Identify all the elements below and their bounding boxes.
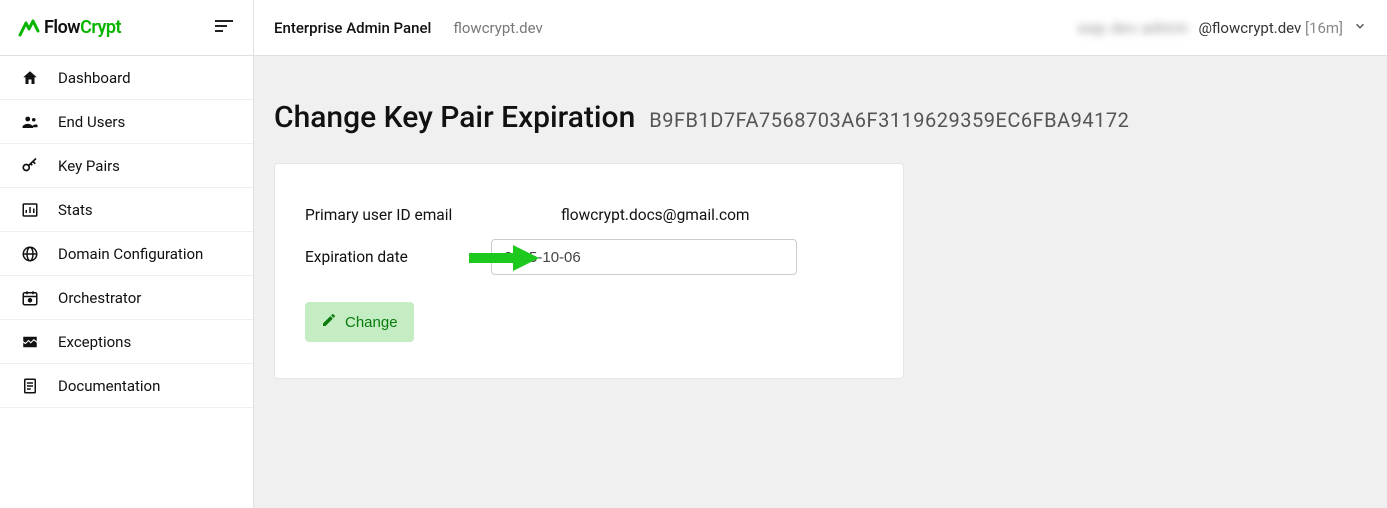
globe-icon bbox=[20, 245, 40, 263]
row-primary-email: Primary user ID email flowcrypt.docs@gma… bbox=[305, 194, 873, 236]
nav: Dashboard End Users Key Pairs Stats Doma… bbox=[0, 56, 253, 408]
document-icon bbox=[20, 377, 40, 395]
app-title: Enterprise Admin Panel bbox=[274, 19, 431, 37]
stats-icon bbox=[20, 201, 40, 219]
sidebar-item-label: Key Pairs bbox=[58, 157, 120, 175]
sidebar-item-label: End Users bbox=[58, 113, 125, 131]
home-icon bbox=[20, 69, 40, 87]
user-menu[interactable]: eap.dev.admin @flowcrypt.dev [16m] bbox=[1078, 19, 1367, 37]
sidebar-item-key-pairs[interactable]: Key Pairs bbox=[0, 144, 253, 188]
calendar-icon bbox=[20, 289, 40, 307]
page-title: Change Key Pair Expiration bbox=[274, 100, 635, 135]
logo-mark-icon bbox=[18, 19, 40, 37]
sidebar-item-label: Dashboard bbox=[58, 69, 131, 87]
chevron-down-icon bbox=[1353, 19, 1367, 37]
sidebar-item-label: Documentation bbox=[58, 377, 160, 395]
sidebar-item-dashboard[interactable]: Dashboard bbox=[0, 56, 253, 100]
sidebar-item-label: Stats bbox=[58, 201, 93, 219]
sidebar-item-end-users[interactable]: End Users bbox=[0, 100, 253, 144]
sort-icon[interactable] bbox=[215, 18, 235, 37]
people-icon bbox=[20, 113, 40, 131]
broken-image-icon bbox=[20, 333, 40, 351]
topbar-left: Enterprise Admin Panel flowcrypt.dev bbox=[274, 19, 543, 37]
primary-email-value: flowcrypt.docs@gmail.com bbox=[561, 206, 750, 224]
page-heading: Change Key Pair Expiration B9FB1D7FA7568… bbox=[274, 100, 1367, 135]
user-email: @flowcrypt.dev [16m] bbox=[1198, 19, 1343, 37]
form-card: Primary user ID email flowcrypt.docs@gma… bbox=[274, 163, 904, 379]
sidebar-item-orchestrator[interactable]: Orchestrator bbox=[0, 276, 253, 320]
change-button[interactable]: Change bbox=[305, 302, 414, 342]
topbar: Enterprise Admin Panel flowcrypt.dev eap… bbox=[254, 0, 1387, 56]
button-row: Change bbox=[305, 302, 873, 342]
user-name-obscured: eap.dev.admin bbox=[1078, 19, 1188, 37]
content: Change Key Pair Expiration B9FB1D7FA7568… bbox=[254, 56, 1387, 403]
app-domain: flowcrypt.dev bbox=[453, 19, 542, 37]
sidebar-header: FlowCrypt bbox=[0, 0, 253, 56]
key-fingerprint: B9FB1D7FA7568703A6F3119629359EC6FBA94172 bbox=[649, 108, 1129, 132]
sidebar-item-stats[interactable]: Stats bbox=[0, 188, 253, 232]
sidebar-item-domain-config[interactable]: Domain Configuration bbox=[0, 232, 253, 276]
edit-icon bbox=[321, 312, 337, 332]
sidebar-item-label: Exceptions bbox=[58, 333, 131, 351]
primary-email-label: Primary user ID email bbox=[305, 206, 561, 224]
row-expiration: Expiration date bbox=[305, 236, 873, 278]
sidebar-item-label: Orchestrator bbox=[58, 289, 141, 307]
sidebar-item-label: Domain Configuration bbox=[58, 245, 203, 263]
sidebar: FlowCrypt Dashboard End Users Key Pairs … bbox=[0, 0, 254, 508]
main: Enterprise Admin Panel flowcrypt.dev eap… bbox=[254, 0, 1387, 508]
sidebar-item-documentation[interactable]: Documentation bbox=[0, 364, 253, 408]
logo[interactable]: FlowCrypt bbox=[18, 17, 121, 38]
key-icon bbox=[20, 157, 40, 175]
change-button-label: Change bbox=[345, 314, 398, 331]
logo-text: FlowCrypt bbox=[44, 17, 121, 38]
sidebar-item-exceptions[interactable]: Exceptions bbox=[0, 320, 253, 364]
